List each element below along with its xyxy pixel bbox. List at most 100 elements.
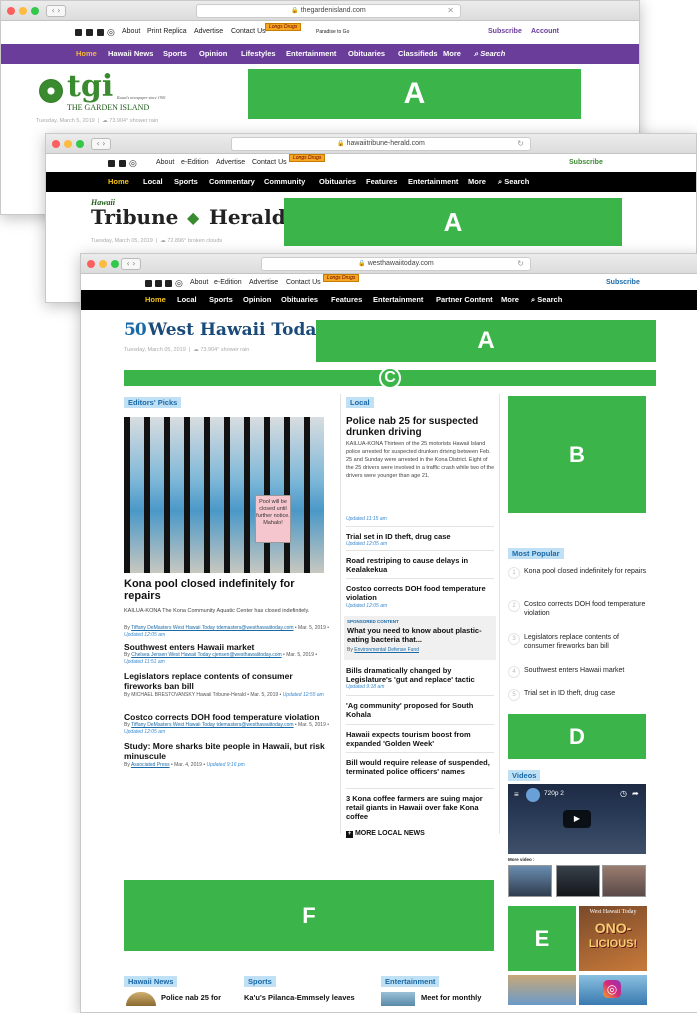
nav-obituaries[interactable]: Obituaries	[281, 290, 318, 310]
ad-slot-a[interactable]: A	[284, 198, 622, 246]
nav-community[interactable]: Community	[264, 172, 305, 192]
nav-sports[interactable]: Sports	[209, 290, 233, 310]
e-edition-link[interactable]: e-Edition	[181, 154, 209, 172]
nav-entertainment[interactable]: Entertainment	[408, 172, 458, 192]
author-link[interactable]: Tiffany DeMasters West Hawaii Today tdem…	[131, 625, 293, 631]
twitter-icon[interactable]	[155, 280, 162, 287]
address-bar[interactable]: 🔒 hawaiitribune-herald.com ↻	[231, 137, 531, 151]
video-thumbnail[interactable]	[602, 865, 646, 897]
subscribe-link[interactable]: Subscribe	[569, 154, 603, 172]
local-story-title[interactable]: Bill would require release of suspended,…	[346, 758, 496, 776]
nav-more[interactable]: More	[501, 290, 519, 310]
nav-entertainment[interactable]: Entertainment	[373, 290, 423, 310]
local-story-title[interactable]: Hawaii expects tourism boost from expand…	[346, 730, 496, 748]
instagram-icon[interactable]: ◎	[129, 154, 137, 172]
play-icon[interactable]: ▶	[563, 810, 591, 828]
subscribe-link[interactable]: Subscribe	[488, 23, 522, 41]
nav-hawaii-news[interactable]: Hawaii News	[108, 44, 153, 64]
print-replica-link[interactable]: Print Replica	[147, 23, 187, 41]
facebook-icon[interactable]	[75, 29, 82, 36]
nav-features[interactable]: Features	[331, 290, 362, 310]
nav-classifieds[interactable]: Classifieds	[398, 44, 438, 64]
onolicious-promo[interactable]: West Hawaii Today ONO- LICIOUS!	[579, 906, 647, 971]
nav-obituaries[interactable]: Obituaries	[348, 44, 385, 64]
maximize-window-button[interactable]	[111, 260, 119, 268]
more-local-news-link[interactable]: + MORE LOCAL NEWS	[346, 830, 425, 838]
twitter-icon[interactable]	[86, 29, 93, 36]
story-title[interactable]: Ka'u's Pilanca-Emmsely leaves	[244, 993, 355, 1002]
nav-sports[interactable]: Sports	[163, 44, 187, 64]
nav-more[interactable]: More	[443, 44, 461, 64]
account-link[interactable]: Account	[531, 23, 559, 41]
local-story-title[interactable]: 'Ag community' proposed for South Kohala	[346, 701, 496, 719]
contact-link[interactable]: Contact Us	[231, 23, 266, 41]
ad-slot-c[interactable]: C	[124, 367, 656, 389]
facebook-icon[interactable]	[108, 160, 115, 167]
longs-drugs-badge[interactable]: Longs Drugs	[265, 23, 302, 31]
twitter-icon[interactable]	[119, 160, 126, 167]
nav-more[interactable]: More	[468, 172, 486, 192]
close-window-button[interactable]	[52, 140, 60, 148]
video-thumbnail[interactable]	[508, 865, 552, 897]
nav-search[interactable]: ⌕ Search	[531, 290, 562, 310]
promo-thumbnail[interactable]	[508, 975, 576, 1005]
sponsored-title[interactable]: What you need to know about plastic-eati…	[347, 626, 495, 644]
nav-home[interactable]: Home	[76, 44, 97, 64]
promo-thumbnail[interactable]: ◎	[579, 975, 647, 1005]
local-story-title[interactable]: Costco corrects DOH food temperature vio…	[346, 584, 496, 602]
playlist-icon[interactable]: ≡	[514, 790, 519, 799]
nav-opinion[interactable]: Opinion	[199, 44, 227, 64]
address-bar[interactable]: 🔒 thegardenisland.com ✕	[196, 4, 461, 18]
minimize-window-button[interactable]	[19, 7, 27, 15]
local-story-title[interactable]: 3 Kona coffee farmers are suing major re…	[346, 794, 496, 821]
local-story-title[interactable]: Bills dramatically changed by Legislatur…	[346, 666, 496, 684]
nav-obituaries[interactable]: Obituaries	[319, 172, 356, 192]
author-link[interactable]: Associated Press	[131, 762, 170, 768]
back-forward-buttons[interactable]: ‹ ›	[91, 138, 111, 150]
story-title[interactable]: Study: More sharks bite people in Hawaii…	[124, 741, 329, 761]
close-window-button[interactable]	[87, 260, 95, 268]
lead-story-title[interactable]: Kona pool closed indefinitely for repair…	[124, 578, 324, 602]
story-title[interactable]: Meet for monthly	[421, 993, 481, 1002]
ad-slot-a[interactable]: A	[316, 320, 656, 362]
video-player[interactable]: ≡ 720p 2 ◷ ➦ ▶	[508, 784, 646, 854]
maximize-window-button[interactable]	[76, 140, 84, 148]
local-lead-title[interactable]: Police nab 25 for suspected drunken driv…	[346, 416, 496, 438]
video-thumbnail[interactable]	[556, 865, 600, 897]
about-link[interactable]: About	[122, 23, 140, 41]
story-title[interactable]: Costco corrects DOH food temperature vio…	[124, 712, 329, 722]
address-bar[interactable]: 🔒 westhawaiitoday.com ↻	[261, 257, 531, 271]
popular-item[interactable]: Legislators replace contents of consumer…	[524, 633, 649, 651]
nav-search[interactable]: ⌕ Search	[498, 172, 529, 192]
reload-icon[interactable]: ↻	[517, 258, 524, 270]
story-title[interactable]: Southwest enters Hawaii market	[124, 642, 329, 652]
story-thumbnail[interactable]	[381, 992, 415, 1006]
close-tab-icon[interactable]: ✕	[447, 5, 454, 17]
nav-home[interactable]: Home	[145, 290, 166, 310]
author-link[interactable]: Tiffany DeMasters West Hawaii Today tdem…	[131, 722, 293, 728]
local-story-title[interactable]: Road restriping to cause delays in Keala…	[346, 556, 496, 574]
ad-slot-f[interactable]: F	[124, 880, 494, 951]
sponsored-content-box[interactable]: SPONSORED CONTENT What you need to know …	[344, 616, 496, 660]
ad-slot-b[interactable]: B	[508, 396, 646, 513]
story-title[interactable]: Legislators replace contents of consumer…	[124, 671, 329, 691]
nav-opinion[interactable]: Opinion	[243, 290, 271, 310]
facebook-icon[interactable]	[145, 280, 152, 287]
nav-entertainment[interactable]: Entertainment	[286, 44, 336, 64]
author-link[interactable]: Chelsea Jensen West Hawaii Today cjensen…	[131, 652, 281, 658]
longs-drugs-badge[interactable]: Longs Drugs	[289, 154, 326, 162]
instagram-icon[interactable]: ◎	[603, 980, 621, 998]
paradise-link[interactable]: Paradise to Go	[316, 23, 349, 41]
email-icon[interactable]	[97, 29, 104, 36]
minimize-window-button[interactable]	[64, 140, 72, 148]
share-icon[interactable]: ➦	[632, 789, 639, 798]
email-icon[interactable]	[165, 280, 172, 287]
advertise-link[interactable]: Advertise	[194, 23, 223, 41]
longs-drugs-badge[interactable]: Longs Drugs	[323, 274, 360, 282]
nav-local[interactable]: Local	[143, 172, 163, 192]
pool-fence-photo[interactable]: Pool will be closed until further notice…	[124, 417, 324, 573]
nav-lifestyles[interactable]: Lifestyles	[241, 44, 276, 64]
reload-icon[interactable]: ↻	[517, 138, 524, 150]
story-title[interactable]: Police nab 25 for	[161, 993, 221, 1002]
nav-search[interactable]: ⌕ Search	[474, 44, 505, 64]
